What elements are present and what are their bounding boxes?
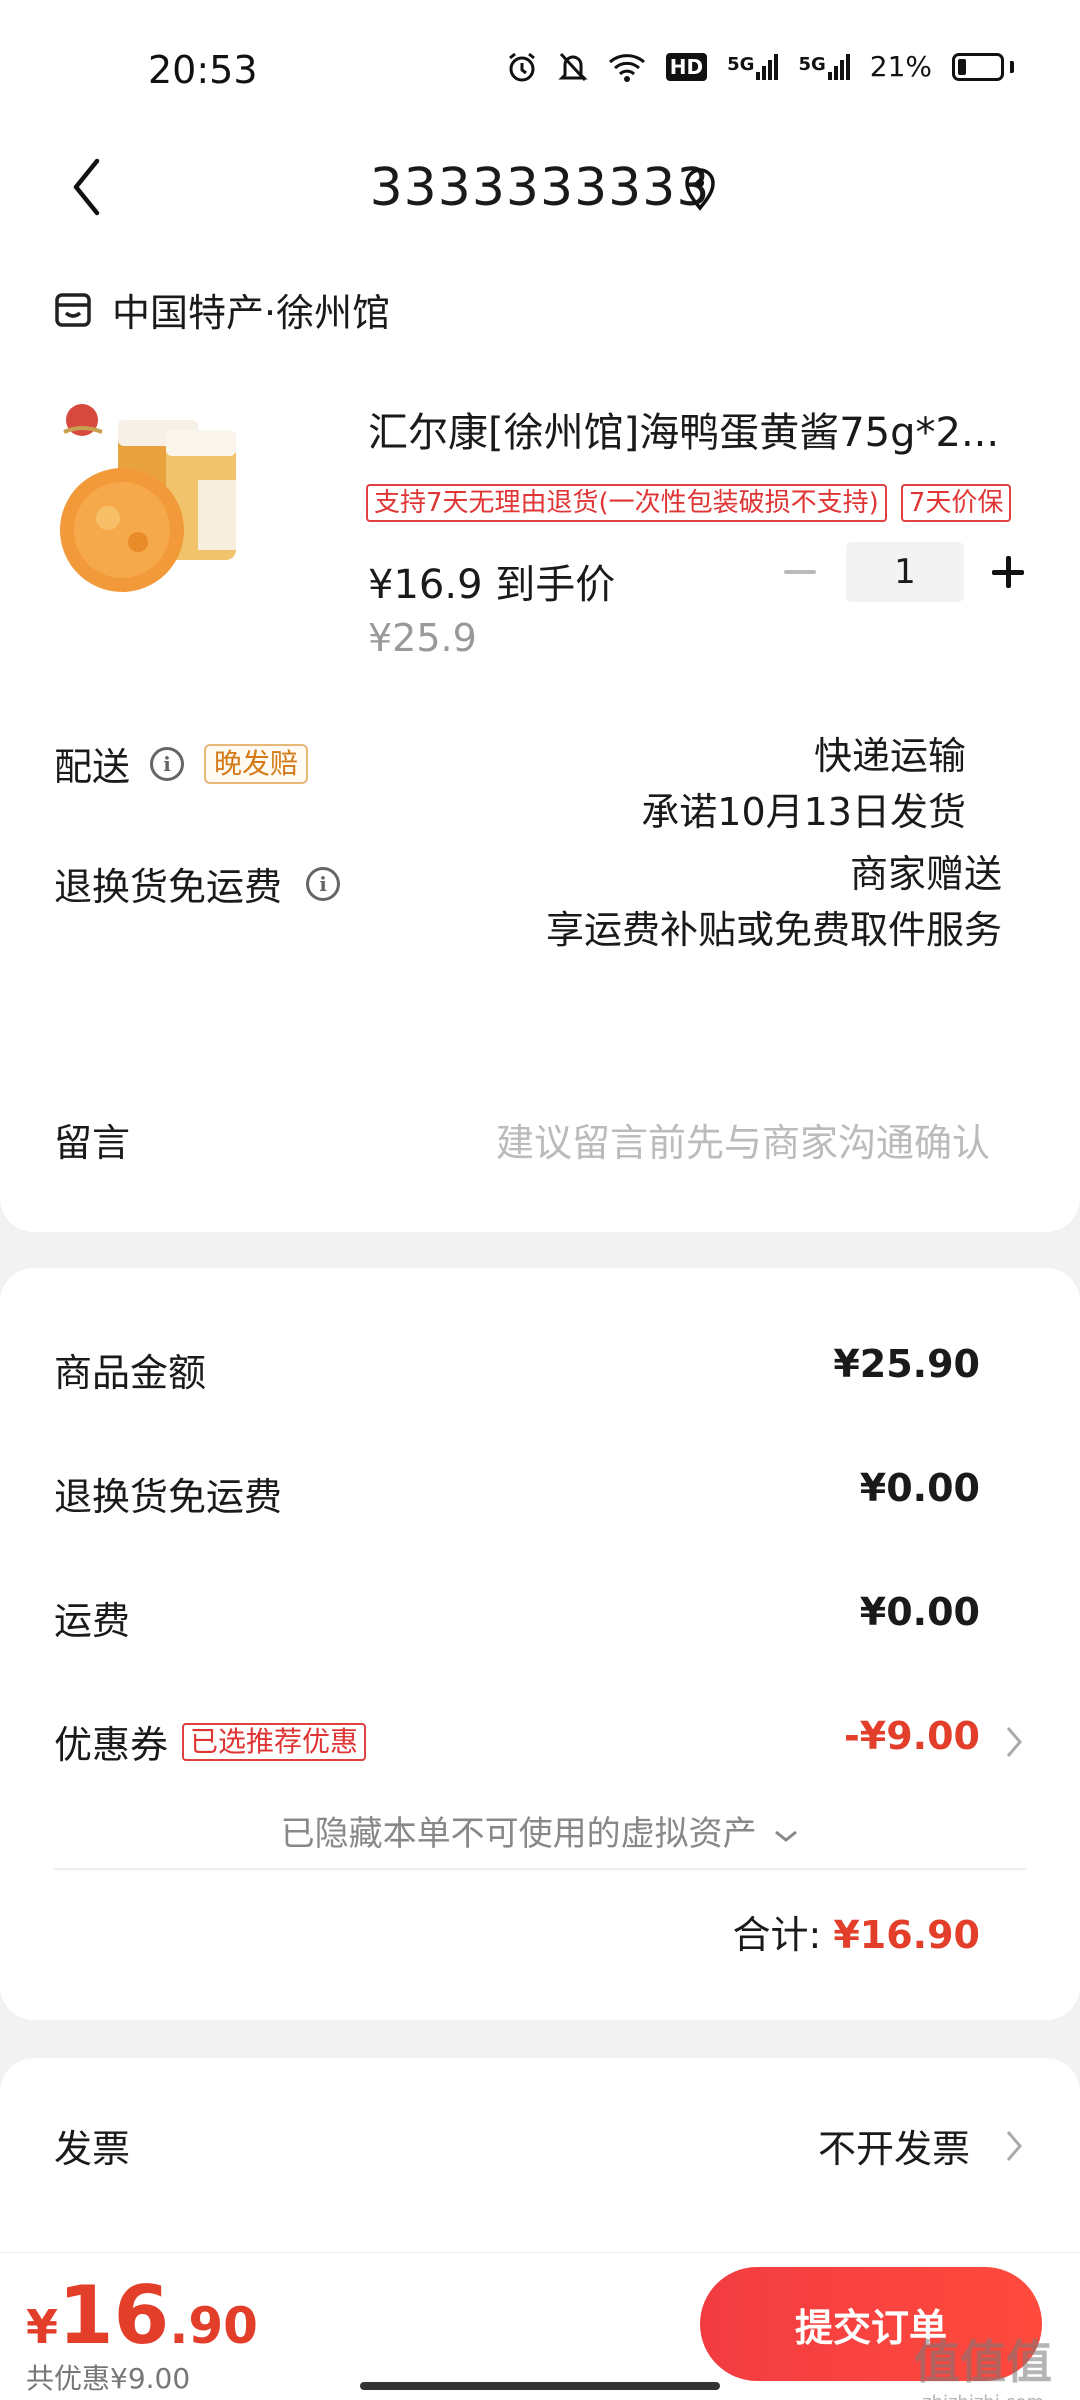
status-icons: HD 5G 5G 21% xyxy=(506,50,1014,83)
product-title[interactable]: 汇尔康[徐州馆]海鸭蛋黄酱75g*2... xyxy=(368,400,1018,458)
signal-bars-icon xyxy=(756,53,779,80)
message-label: 留言 xyxy=(54,1121,131,1165)
signal-bars-icon xyxy=(827,53,850,80)
final-price: ¥16.9 到手价 xyxy=(368,562,616,608)
decrease-button[interactable] xyxy=(780,542,820,602)
location-pin-icon[interactable] xyxy=(682,166,718,212)
chevron-down-icon xyxy=(775,1830,798,1842)
price-integer: 16 xyxy=(58,2269,170,2362)
coupon-value: -¥9.00 xyxy=(844,1714,980,1758)
goods-amount-value: ¥25.90 xyxy=(833,1342,980,1386)
top-nav-bar: 3333333333 xyxy=(0,130,1080,250)
return-shipping-desc: 享运费补贴或免费取件服务 xyxy=(545,908,1002,952)
return-fee-value: ¥0.00 xyxy=(859,1466,980,1510)
price-protect-tag: 7天价保 xyxy=(900,484,1012,522)
return-policy-tag: 支持7天无理由退货(一次性包装破损不支持) xyxy=(366,484,887,522)
return-fee-row: 退换货免运费 ¥0.00 xyxy=(54,1466,1080,1526)
shipping-fee-row: 运费 ¥0.00 xyxy=(54,1590,1080,1650)
status-time: 20:53 xyxy=(148,48,258,92)
price-decimal: .90 xyxy=(169,2297,258,2355)
coupon-label: 优惠券 xyxy=(54,1723,169,1767)
signal-5g-2: 5G xyxy=(798,53,850,80)
info-icon[interactable]: i xyxy=(306,866,341,901)
return-fee-label: 退换货免运费 xyxy=(54,1475,283,1519)
shop-header[interactable]: 中国特产·徐州馆 xyxy=(54,282,390,337)
coupon-row[interactable]: 优惠券 已选推荐优惠 -¥9.00 xyxy=(54,1714,1080,1774)
coupon-recommended-tag: 已选推荐优惠 xyxy=(182,1722,367,1761)
battery-icon xyxy=(952,52,1014,81)
quantity-input[interactable]: 1 xyxy=(846,542,964,602)
minus-icon xyxy=(784,570,816,574)
return-shipping-gift: 商家赠送 xyxy=(849,852,1002,896)
total-row: 合计: ¥16.90 xyxy=(732,1904,980,1959)
total-value: ¥16.90 xyxy=(833,1913,980,1957)
shop-name: 中国特产·徐州馆 xyxy=(112,291,391,335)
mute-bell-icon xyxy=(558,52,588,81)
home-indicator[interactable] xyxy=(360,2382,720,2390)
store-icon xyxy=(55,292,91,327)
original-price: ¥25.9 xyxy=(368,616,477,660)
shipping-fee-value: ¥0.00 xyxy=(859,1590,980,1634)
battery-percent: 21% xyxy=(869,50,932,83)
invoice-value: 不开发票 xyxy=(817,2127,970,2171)
order-confirm-page: 20:53 HD 5G 5G 21% 3333333333 中国特产·徐州馆 汇… xyxy=(0,0,1080,2400)
coupon-label-group: 优惠券 已选推荐优惠 xyxy=(54,1714,367,1769)
return-shipping-label: 退换货免运费 xyxy=(54,865,283,909)
signal-5g-1: 5G xyxy=(727,53,779,80)
delivery-info[interactable]: 快递运输 承诺10月13日发货 xyxy=(641,728,966,840)
goods-amount-label: 商品金额 xyxy=(54,1351,207,1395)
price-currency: ¥ xyxy=(26,2300,59,2354)
chevron-right-icon xyxy=(1006,1727,1022,1757)
price-summary-card: 商品金额 ¥25.90 退换货免运费 ¥0.00 运费 ¥0.00 优惠券 已选… xyxy=(0,1268,1080,2020)
chevron-right-icon xyxy=(1006,2131,1022,2161)
hidden-assets-toggle[interactable]: 已隐藏本单不可使用的虚拟资产 xyxy=(0,1806,1080,1855)
message-input[interactable]: 建议留言前先与商家沟通确认 xyxy=(496,1112,990,1167)
goods-amount-row: 商品金额 ¥25.90 xyxy=(54,1342,1080,1402)
delivery-promise: 承诺10月13日发货 xyxy=(641,790,966,834)
product-image[interactable] xyxy=(56,400,236,600)
hd-badge: HD xyxy=(665,52,708,81)
late-compensation-tag: 晚发赔 xyxy=(204,743,309,784)
shipping-fee-label: 运费 xyxy=(54,1599,131,1643)
status-bar: 20:53 HD 5G 5G 21% xyxy=(0,0,1080,130)
product-tags: 支持7天无理由退货(一次性包装破损不支持) 7天价保 xyxy=(366,484,1012,522)
watermark-sub: zhizhizhi.com xyxy=(914,2392,1052,2400)
order-item-card: 中国特产·徐州馆 汇尔康[徐州馆]海鸭蛋黄酱75g*2... 支持7天无理由退货… xyxy=(0,250,1080,1232)
total-discount-note[interactable]: 共优惠¥9.00 xyxy=(26,2357,190,2397)
delivery-label: 配送 xyxy=(54,745,131,789)
info-icon[interactable]: i xyxy=(150,746,185,781)
delivery-row-label: 配送 i 晚发赔 xyxy=(54,736,309,791)
hidden-assets-text: 已隐藏本单不可使用的虚拟资产 xyxy=(280,1814,757,1854)
increase-button[interactable] xyxy=(978,542,1038,602)
wifi-icon xyxy=(608,53,645,82)
page-title[interactable]: 3333333333 xyxy=(0,158,1080,218)
watermark-text: 值值值 xyxy=(914,2335,1052,2389)
network-type-label: 5G xyxy=(798,53,826,75)
invoice-label: 发票 xyxy=(54,2127,131,2171)
return-shipping-row-label: 退换货免运费 i xyxy=(54,856,341,911)
network-type-label: 5G xyxy=(727,53,755,75)
alarm-icon xyxy=(508,52,535,81)
watermark-logo: 值值值 zhizhizhi.com xyxy=(914,2326,1052,2400)
payable-price: ¥16.90 xyxy=(26,2269,258,2362)
summary-divider xyxy=(54,1868,1026,1870)
delivery-method: 快递运输 xyxy=(813,734,966,778)
return-shipping-info: 商家赠送 享运费补贴或免费取件服务 xyxy=(546,846,1002,958)
total-label: 合计: xyxy=(732,1913,822,1957)
quantity-stepper: 1 xyxy=(780,542,1038,602)
